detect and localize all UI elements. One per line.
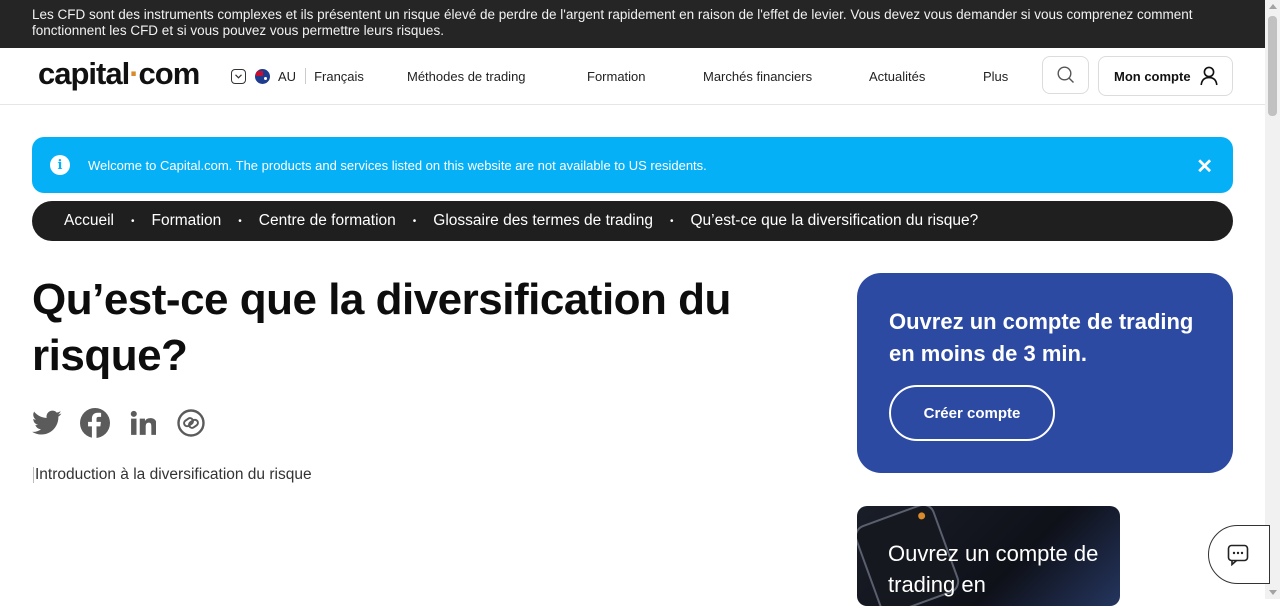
search-button[interactable] — [1042, 56, 1089, 94]
nav-more[interactable]: Plus — [983, 69, 1008, 84]
logo-dot: · — [129, 56, 139, 91]
linkedin-icon[interactable] — [128, 408, 158, 438]
region-language-selector[interactable]: AU Français — [231, 66, 364, 86]
create-account-button[interactable]: Créer compte — [889, 385, 1055, 441]
nav-trading-methods[interactable]: Méthodes de trading — [407, 69, 526, 84]
breadcrumb-separator: • — [238, 215, 242, 227]
nav-financial-markets[interactable]: Marchés financiers — [703, 69, 812, 84]
nav-news[interactable]: Actualités — [869, 69, 925, 84]
logo-text-capital: capital — [38, 56, 130, 91]
search-icon — [1056, 66, 1074, 83]
my-account-button[interactable]: Mon compte — [1098, 56, 1233, 96]
notice-text: Welcome to Capital.com. The products and… — [88, 157, 707, 173]
breadcrumb-glossary[interactable]: Glossaire des termes de trading — [433, 212, 653, 230]
open-account-cta: Ouvrez un compte de trading en moins de … — [857, 273, 1233, 473]
nav-formation[interactable]: Formation — [587, 69, 646, 84]
facebook-icon[interactable] — [80, 408, 110, 438]
divider — [305, 68, 307, 84]
australia-flag-icon — [255, 68, 270, 84]
promo-card[interactable]: Ouvrez un compte de trading en — [857, 506, 1120, 606]
breadcrumb-current-page: Qu’est-ce que la diversification du risq… — [690, 212, 979, 229]
breadcrumb-separator: • — [130, 215, 135, 227]
article-image: Introduction à la diversification du ris… — [33, 466, 312, 484]
breadcrumb: Accueil • Formation • Centre de formatio… — [32, 201, 1233, 241]
breadcrumb-separator: • — [412, 215, 417, 227]
article-image-alt: Introduction à la diversification du ris… — [35, 466, 312, 483]
scrollbar-thumb[interactable] — [1268, 16, 1277, 116]
risk-warning-text: Les CFD sont des instruments complexes e… — [32, 7, 1193, 38]
chevron-down-icon[interactable] — [231, 68, 246, 84]
breadcrumb-home[interactable]: Accueil — [64, 212, 114, 230]
region-code[interactable]: AU — [278, 69, 296, 84]
page-title: Qu’est-ce que la diversification du risq… — [32, 275, 731, 380]
cta-heading: Ouvrez un compte de trading en moins de … — [889, 309, 1194, 366]
us-residents-notice: i Welcome to Capital.com. The products a… — [32, 137, 1233, 193]
chat-button[interactable] — [1208, 525, 1270, 584]
close-icon[interactable]: ✕ — [1196, 154, 1213, 179]
copy-link-icon[interactable] — [176, 408, 206, 438]
chat-icon — [1227, 544, 1249, 566]
share-buttons — [32, 408, 206, 438]
risk-warning-banner: Les CFD sont des instruments complexes e… — [0, 0, 1265, 48]
scroll-up-arrow[interactable] — [1269, 4, 1277, 9]
capital-com-logo[interactable]: capital·com — [38, 56, 201, 92]
breadcrumb-learning-center[interactable]: Centre de formation — [259, 212, 396, 230]
promo-text: Ouvrez un compte de trading en — [888, 541, 1099, 597]
breadcrumb-separator: • — [669, 215, 674, 227]
site-header: capital·com AU Français Méthodes de trad… — [0, 48, 1265, 105]
breadcrumb-formation[interactable]: Formation — [151, 212, 221, 230]
twitter-icon[interactable] — [32, 408, 62, 438]
language-label[interactable]: Français — [314, 69, 364, 84]
scroll-down-arrow[interactable] — [1269, 590, 1277, 595]
user-icon — [1199, 66, 1218, 86]
logo-text-com: com — [138, 56, 201, 91]
info-icon: i — [50, 155, 70, 175]
account-label: Mon compte — [1114, 68, 1191, 84]
page-scrollbar[interactable] — [1265, 0, 1280, 599]
